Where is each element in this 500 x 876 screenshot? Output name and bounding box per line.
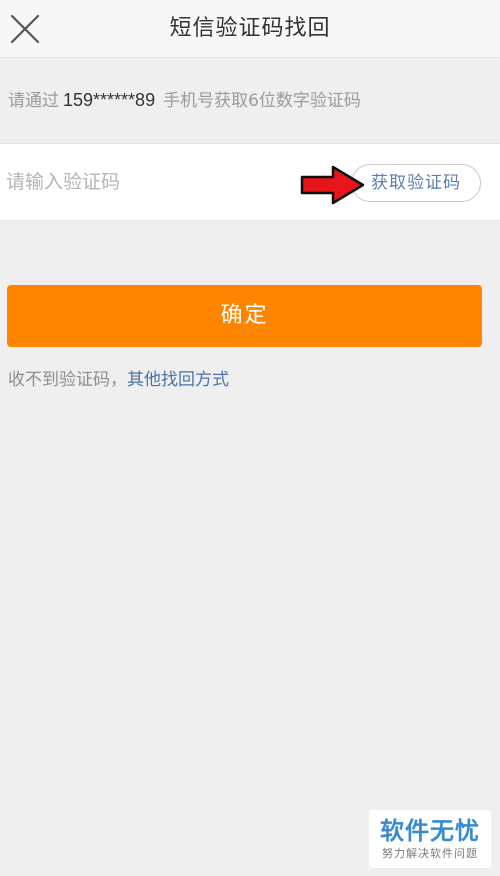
page-title: 短信验证码找回 — [169, 16, 331, 41]
top-bar: 短信验证码找回 — [0, 0, 500, 58]
alt-recovery-line: 收不到验证码，其他找回方式 — [8, 365, 229, 395]
sms-recovery-page: 短信验证码找回 请通过159******89 手机号获取6位数字验证码 获取验证码… — [0, 0, 500, 876]
alt-recovery-prefix: 收不到验证码， — [8, 370, 127, 390]
red-arrow-annotation-icon — [300, 165, 365, 205]
code-input-row: 获取验证码 — [0, 143, 500, 221]
get-code-button[interactable]: 获取验证码 — [351, 164, 481, 202]
verification-code-input[interactable] — [6, 162, 286, 202]
other-recovery-methods-link[interactable]: 其他找回方式 — [127, 370, 229, 390]
confirm-button[interactable]: 确定 — [7, 285, 482, 347]
verification-hint: 请通过 159******89 手机号获取6位数字验证码 — [8, 86, 361, 114]
watermark-sub-text: 努力解决软件问题 — [382, 847, 478, 860]
hint-prefix: 请通过 — [8, 91, 59, 111]
hint-suffix: 手机号获取6位数字验证码 — [163, 91, 361, 111]
watermark-main-text: 软件无忧 — [380, 817, 480, 845]
watermark-logo: 软件无忧 努力解决软件问题 — [369, 810, 491, 868]
masked-phone-number: 159******89 — [63, 90, 156, 110]
